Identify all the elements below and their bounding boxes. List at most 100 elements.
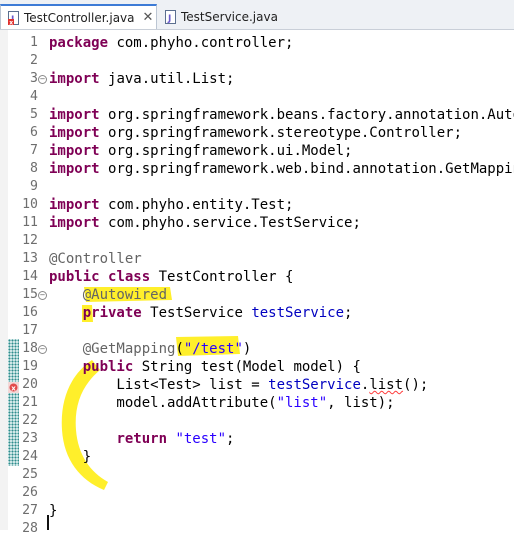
code-token: (); xyxy=(403,377,429,393)
line-number: 28 xyxy=(22,521,38,536)
code-line[interactable]: import org.springframework.stereotype.Co… xyxy=(49,124,462,142)
code-line[interactable]: model.addAttribute("list", list); xyxy=(49,394,395,412)
code-token: org.springframework.web.bind.annotation.… xyxy=(108,161,514,177)
code-token: TestController { xyxy=(158,269,294,285)
code-token: com.phyho.entity.Test; xyxy=(108,197,294,213)
code-token: ; xyxy=(226,431,235,447)
line-number: 4 xyxy=(30,89,38,104)
code-token: TestService xyxy=(150,305,252,321)
line-number: 3 xyxy=(30,71,38,86)
line-number: 24 xyxy=(22,449,38,464)
line-number: 17 xyxy=(22,323,38,338)
line-number: 16 xyxy=(22,305,38,320)
code-token: import xyxy=(49,125,100,141)
code-token: testService xyxy=(268,377,361,393)
line-number: 12 xyxy=(22,233,38,248)
code-line[interactable]: import org.springframework.web.bind.anno… xyxy=(49,160,514,178)
code-token: com.phyho.service.TestService; xyxy=(108,215,361,231)
line-number: 6 xyxy=(30,125,38,140)
code-token: ) xyxy=(242,341,252,357)
fold-toggle-icon[interactable]: − xyxy=(38,75,47,84)
code-token: return xyxy=(116,431,168,447)
line-number: 10 xyxy=(22,197,38,212)
code-line[interactable]: private TestService testService; xyxy=(49,304,353,322)
code-token: import xyxy=(49,143,100,159)
code-line[interactable]: @GetMapping("/test") xyxy=(49,340,252,358)
code-token: org.springframework.beans.factory.annota… xyxy=(108,107,514,123)
code-line[interactable]: } xyxy=(49,448,91,466)
code-token: "/test" xyxy=(183,341,243,357)
line-number: 25 xyxy=(22,467,38,482)
code-line[interactable]: return "test"; xyxy=(49,430,234,448)
code-token: package xyxy=(49,35,109,51)
code-line[interactable]: public String test(Model model) { xyxy=(49,358,361,376)
line-number: 19 xyxy=(22,359,38,374)
line-number: 14 xyxy=(22,269,38,284)
code-line[interactable]: package com.phyho.controller; xyxy=(49,34,293,52)
line-number: 7 xyxy=(30,143,38,158)
code-token: org.springframework.stereotype.Controlle… xyxy=(108,125,463,141)
code-token: "test" xyxy=(175,431,227,447)
code-token: @Autowired xyxy=(82,287,168,303)
line-number: 2 xyxy=(30,53,38,68)
code-token: } xyxy=(49,449,92,465)
line-number: 11 xyxy=(22,215,38,230)
code-token: String test(Model model) { xyxy=(141,359,361,375)
code-token: import xyxy=(49,161,100,177)
line-number: 21 xyxy=(22,395,38,410)
code-line[interactable]: import java.util.List; xyxy=(49,70,234,88)
line-number: 13 xyxy=(22,251,38,266)
code-token: @Controller xyxy=(49,251,142,267)
line-number: 9 xyxy=(30,179,38,194)
code-token: import xyxy=(49,197,100,213)
code-token: testService xyxy=(251,305,345,321)
code-line[interactable]: import org.springframework.beans.factory… xyxy=(49,106,514,124)
line-number: 23 xyxy=(22,431,38,446)
code-token: org.springframework.ui.Model; xyxy=(108,143,353,159)
code-line[interactable]: @Autowired xyxy=(49,286,167,304)
code-token: import xyxy=(49,71,100,87)
code-token: ; xyxy=(344,305,353,321)
line-number: 22 xyxy=(22,413,38,428)
line-number: 20 xyxy=(22,377,38,392)
code-token: List<Test> list = xyxy=(49,377,269,393)
svg-text:x: x xyxy=(11,384,16,392)
line-number: 8 xyxy=(30,161,38,176)
code-line[interactable]: import com.phyho.entity.Test; xyxy=(49,196,293,214)
code-token: import xyxy=(49,107,100,123)
code-line[interactable]: @Controller xyxy=(49,250,142,268)
fold-toggle-icon[interactable]: − xyxy=(38,345,47,354)
code-line[interactable]: List<Test> list = testService.list(); xyxy=(49,376,428,394)
code-token: import xyxy=(49,215,100,231)
code-token: private xyxy=(82,305,142,321)
code-token: @GetMapping xyxy=(82,341,176,357)
code-token: public xyxy=(82,359,134,375)
code-token: public xyxy=(49,269,100,285)
code-token: class xyxy=(108,269,151,285)
code-token: } xyxy=(49,503,58,519)
line-number: 27 xyxy=(22,503,38,518)
code-token: "list" xyxy=(276,395,328,411)
line-number: 1 xyxy=(30,35,38,50)
text-caret xyxy=(47,515,49,530)
fold-toggle-icon[interactable]: − xyxy=(38,291,47,300)
code-token: model.addAttribute( xyxy=(49,395,277,411)
line-number: 15 xyxy=(22,287,38,302)
code-token: ( xyxy=(175,341,184,357)
line-number: 26 xyxy=(22,485,38,500)
code-token: list xyxy=(369,377,404,393)
code-token: java.util.List; xyxy=(108,71,235,87)
line-number: 5 xyxy=(30,107,38,122)
code-token: com.phyho.controller; xyxy=(116,35,294,51)
code-token: , list); xyxy=(327,395,395,411)
code-line[interactable]: import com.phyho.service.TestService; xyxy=(49,214,361,232)
line-number: 18 xyxy=(22,341,38,356)
code-line[interactable]: import org.springframework.ui.Model; xyxy=(49,142,352,160)
code-line[interactable]: public class TestController { xyxy=(49,268,293,286)
code-line[interactable]: } xyxy=(49,502,57,520)
